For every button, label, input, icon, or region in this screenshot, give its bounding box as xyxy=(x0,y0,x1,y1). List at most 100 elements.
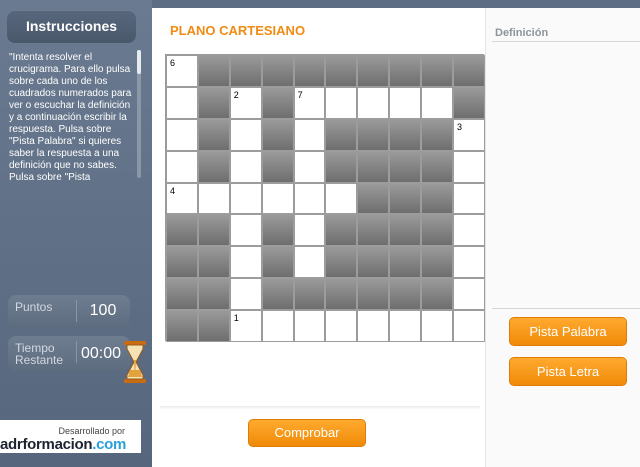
grid-cell-input[interactable] xyxy=(325,310,358,343)
grid-cell-input[interactable] xyxy=(229,118,262,151)
grid-cell-blocked xyxy=(261,55,294,87)
grid-cell-blocked xyxy=(421,182,454,215)
grid-cell-blocked xyxy=(261,278,294,311)
grid-cell-input[interactable] xyxy=(166,150,198,183)
grid-cell-blocked xyxy=(197,118,230,151)
grid-cell-blocked xyxy=(197,86,230,119)
grid-cell-blocked xyxy=(389,118,422,151)
scrollbar-thumb[interactable] xyxy=(137,50,141,74)
instructions-scrollbar[interactable] xyxy=(137,50,141,178)
grid-cell-blocked xyxy=(357,150,390,183)
sidebar: Instrucciones "Intenta resolver el cruci… xyxy=(0,0,152,467)
grid-cell-input[interactable] xyxy=(453,150,485,183)
grid-cell-blocked xyxy=(453,55,485,87)
points-value: 100 xyxy=(89,302,117,319)
hint-word-button[interactable]: Pista Palabra xyxy=(509,317,627,346)
grid-cell-input[interactable] xyxy=(453,182,485,215)
grid-cell-blocked xyxy=(166,278,198,311)
grid-cell-input[interactable]: 2 xyxy=(229,86,262,119)
grid-cell-input[interactable] xyxy=(229,182,262,215)
hint-letter-button[interactable]: Pista Letra xyxy=(509,357,627,386)
grid-cell-input[interactable] xyxy=(453,278,485,311)
divider xyxy=(76,341,77,363)
points-label: Puntos xyxy=(15,300,53,314)
grid-cell-blocked xyxy=(325,278,358,311)
time-box: Tiempo Restante 00:00 xyxy=(8,336,130,371)
grid-cell-blocked xyxy=(261,214,294,247)
grid-cell-blocked xyxy=(261,118,294,151)
grid-cell-input[interactable]: 1 xyxy=(229,310,262,343)
grid-cell-blocked xyxy=(325,55,358,87)
grid-cell-blocked xyxy=(357,214,390,247)
grid-cell-blocked xyxy=(357,118,390,151)
grid-cell-input[interactable]: 6 xyxy=(166,55,198,87)
check-button[interactable]: Comprobar xyxy=(248,419,366,447)
grid-cell-blocked xyxy=(325,246,358,279)
grid-cell-input[interactable] xyxy=(293,214,326,247)
clue-number: 4 xyxy=(170,185,176,196)
grid-cell-blocked xyxy=(389,214,422,247)
grid-cell-input[interactable] xyxy=(229,150,262,183)
grid-cell-blocked xyxy=(421,55,454,87)
grid-cell-input[interactable] xyxy=(453,246,485,279)
instructions-text: "Intenta resolver el crucigrama. Para el… xyxy=(9,52,132,182)
divider xyxy=(492,308,640,309)
grid-cell-input[interactable] xyxy=(325,182,358,215)
grid-cell-input[interactable] xyxy=(293,118,326,151)
grid-cell-blocked xyxy=(325,118,358,151)
grid-cell-input[interactable]: 7 xyxy=(293,86,326,119)
points-box: Puntos 100 xyxy=(8,295,130,327)
grid-cell-input[interactable] xyxy=(197,182,230,215)
grid-cell-input[interactable]: 3 xyxy=(453,118,485,151)
definition-title: Definición xyxy=(495,27,549,39)
grid-cell-input[interactable] xyxy=(389,86,422,119)
grid-cell-input[interactable] xyxy=(166,86,198,119)
grid-cell-blocked xyxy=(357,182,390,215)
grid-cell-blocked xyxy=(421,278,454,311)
brand-name: adrformacion.com xyxy=(0,436,126,453)
grid-cell-input[interactable] xyxy=(261,182,294,215)
hourglass-icon xyxy=(124,341,146,383)
divider xyxy=(492,41,640,42)
grid-cell-input[interactable] xyxy=(293,182,326,215)
brand-name-main: adrformacion xyxy=(0,436,93,453)
grid-cell-blocked xyxy=(293,278,326,311)
grid-cell-input[interactable] xyxy=(357,86,390,119)
grid-cell-input[interactable] xyxy=(229,246,262,279)
grid-cell-blocked xyxy=(357,55,390,87)
grid-cell-input[interactable] xyxy=(421,86,454,119)
grid-cell-blocked xyxy=(197,310,230,343)
clue-number: 7 xyxy=(297,89,303,100)
grid-cell-blocked xyxy=(357,246,390,279)
grid-cell-blocked xyxy=(261,150,294,183)
grid-cell-blocked xyxy=(421,214,454,247)
grid-cell-input[interactable] xyxy=(453,310,485,343)
grid-cell-blocked xyxy=(421,150,454,183)
grid-cell-input[interactable] xyxy=(421,310,454,343)
clue-number: 2 xyxy=(233,89,239,100)
grid-cell-input[interactable] xyxy=(389,310,422,343)
grid-cell-input[interactable] xyxy=(453,214,485,247)
grid-cell-input[interactable] xyxy=(166,118,198,151)
grid-cell-blocked xyxy=(389,55,422,87)
grid-cell-blocked xyxy=(293,55,326,87)
grid-cell-input[interactable] xyxy=(357,310,390,343)
brand-caption: Desarrollado por xyxy=(58,426,125,436)
grid-cell-blocked xyxy=(357,278,390,311)
page-title: PLANO CARTESIANO xyxy=(170,23,306,38)
grid-cell-blocked xyxy=(197,246,230,279)
time-value: 00:00 xyxy=(80,345,122,362)
grid-cell-blocked xyxy=(261,246,294,279)
crossword-grid: 6 2 7 3 4 1 xyxy=(165,54,485,343)
grid-cell-input[interactable] xyxy=(229,278,262,311)
clue-number: 3 xyxy=(457,121,463,132)
grid-cell-input[interactable] xyxy=(293,246,326,279)
instructions-title: Instrucciones xyxy=(7,10,136,43)
grid-cell-input[interactable] xyxy=(229,214,262,247)
grid-cell-input[interactable] xyxy=(261,310,294,343)
grid-cell-input[interactable] xyxy=(293,150,326,183)
grid-cell-input[interactable]: 4 xyxy=(166,182,198,215)
grid-cell-input[interactable] xyxy=(325,86,358,119)
grid-cell-blocked xyxy=(166,310,198,343)
grid-cell-input[interactable] xyxy=(293,310,326,343)
